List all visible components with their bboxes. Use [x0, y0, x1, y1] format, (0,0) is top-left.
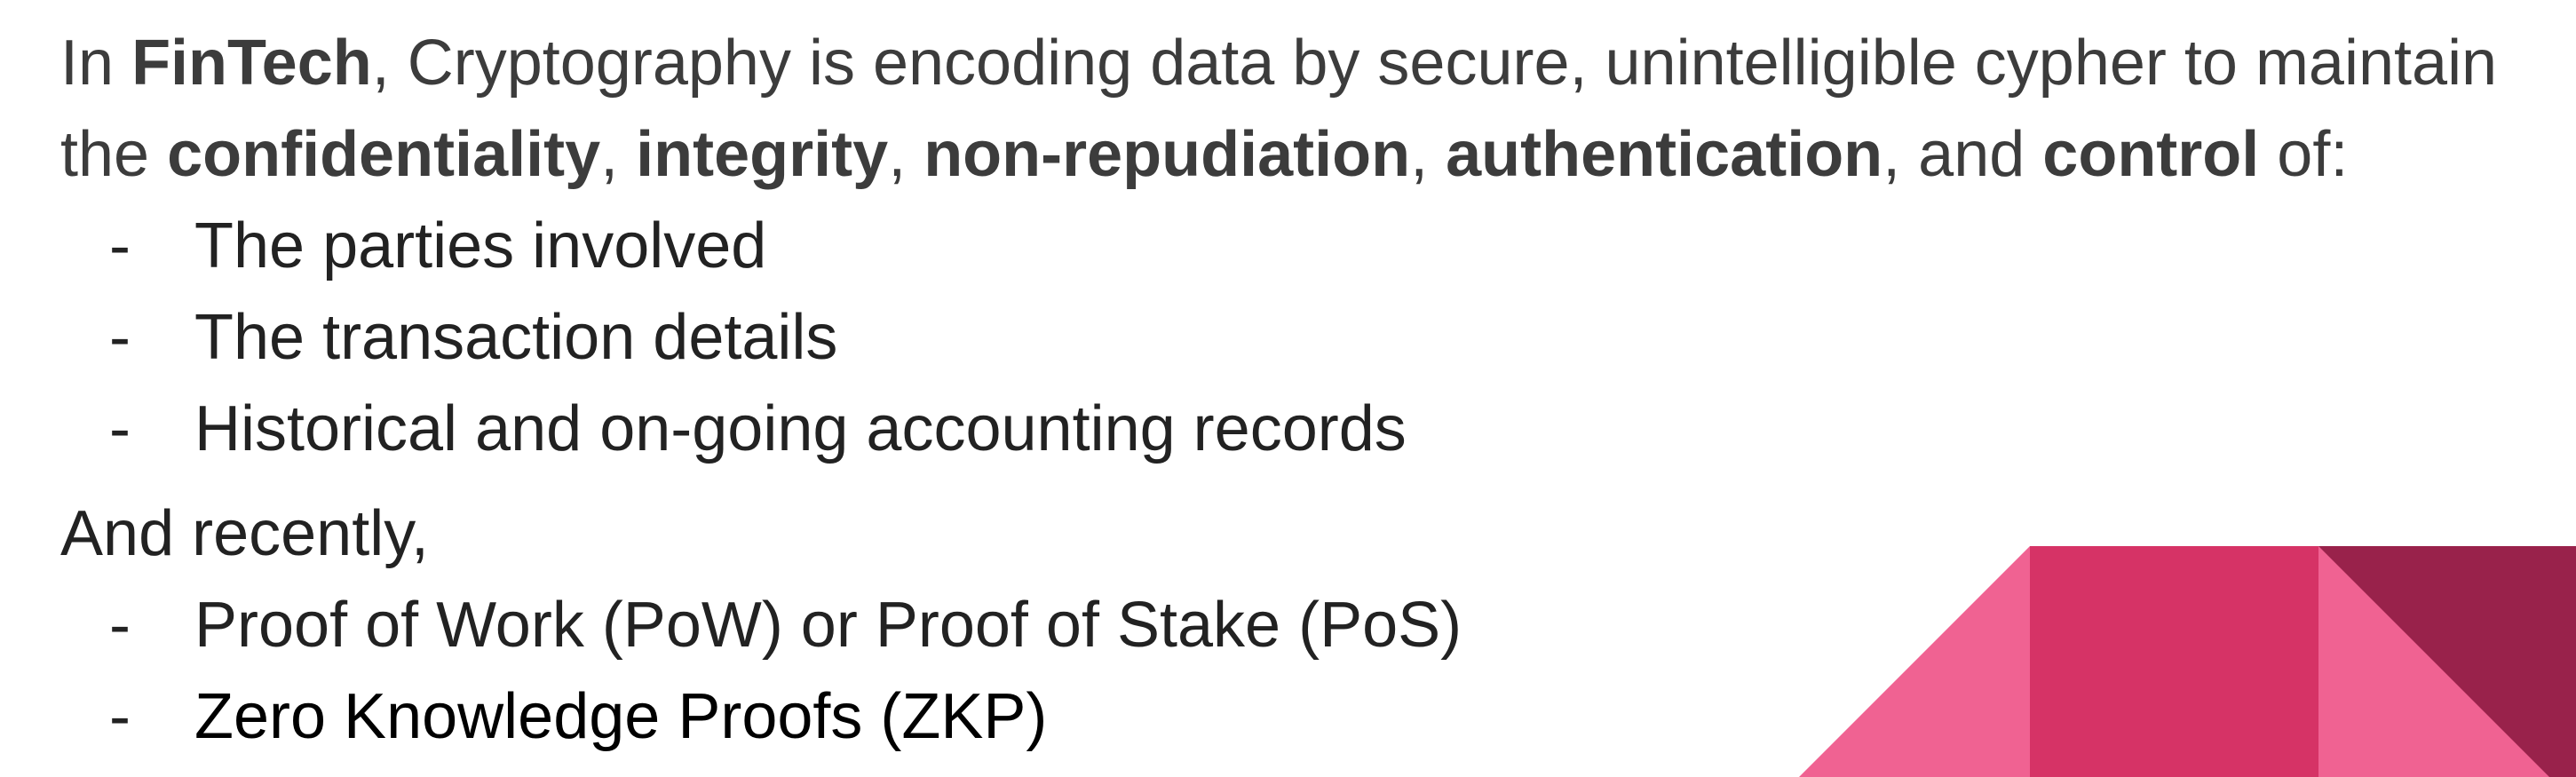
- corner-decoration: [1799, 546, 2576, 777]
- deco-mid-block: [2030, 546, 2318, 777]
- slide: In FinTech, Cryptography is encoding dat…: [0, 0, 2576, 777]
- deco-light-triangle: [1799, 546, 2030, 777]
